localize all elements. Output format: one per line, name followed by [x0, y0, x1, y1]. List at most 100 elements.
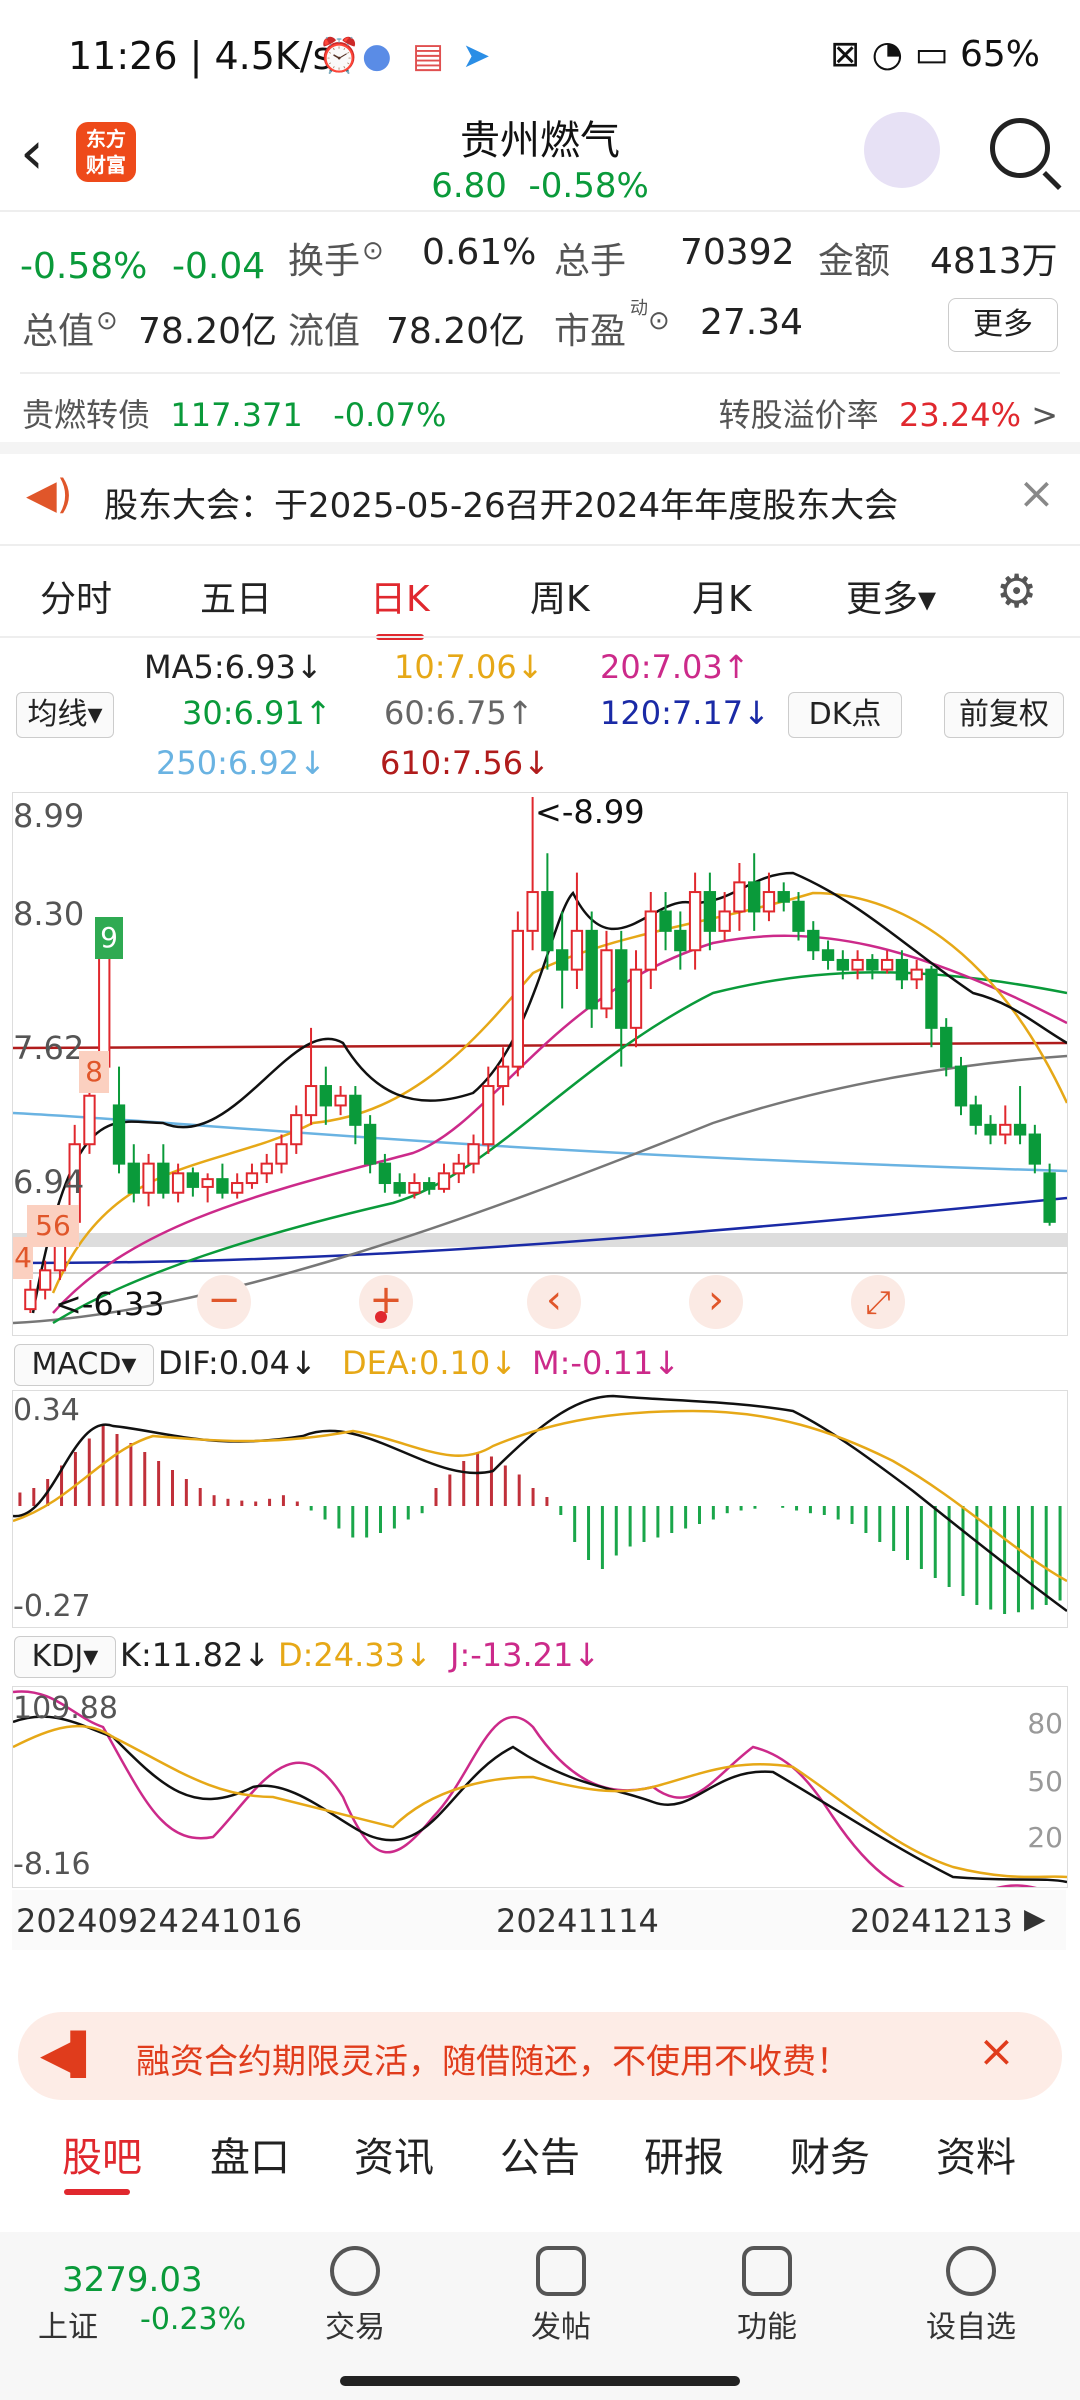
y-label: 8.99: [13, 797, 85, 835]
wifi-icon: ◔: [871, 34, 904, 75]
candle-body: [585, 929, 598, 1010]
tab-weekly-k[interactable]: 周K: [530, 570, 590, 622]
bond-premium[interactable]: 转股溢价率 23.24% >: [719, 390, 1058, 436]
close-icon[interactable]: ×: [1018, 468, 1055, 519]
candle-body: [629, 968, 643, 1029]
amount-label: 金额: [818, 241, 891, 282]
mktcap-value: 78.20亿: [138, 311, 278, 352]
tab-intraday[interactable]: 分时: [40, 570, 112, 622]
candle-body: [511, 929, 525, 1068]
candle-body: [688, 891, 702, 952]
signal-tag[interactable]: 9: [95, 917, 123, 959]
signal-tag[interactable]: 8: [79, 1051, 109, 1093]
macd-dea: DEA:0.10↓: [342, 1344, 518, 1382]
macd-chart[interactable]: 0.34 -0.27: [12, 1390, 1068, 1628]
tab-five-day[interactable]: 五日: [200, 570, 272, 622]
scroll-right-button[interactable]: ›: [689, 1275, 743, 1329]
trade-button[interactable]: 交易: [290, 2232, 420, 2346]
candle-body: [807, 929, 820, 952]
quote-change: -0.04: [172, 246, 266, 287]
notice-divider: [0, 544, 1080, 546]
tab-monthly-k[interactable]: 月K: [692, 570, 752, 622]
macd-selector[interactable]: MACD▾: [14, 1344, 154, 1386]
search-icon[interactable]: [990, 118, 1050, 178]
candle-body: [792, 900, 805, 932]
candle-body: [231, 1182, 244, 1194]
add-watchlist-button[interactable]: 设自选: [906, 2232, 1036, 2346]
info-icon[interactable]: ⊙: [648, 306, 670, 336]
signal-tag[interactable]: 56: [27, 1205, 79, 1247]
functions-button[interactable]: 功能: [702, 2232, 832, 2346]
candle-body: [748, 881, 761, 913]
kdj-chart[interactable]: 109.88 -8.16 80 50 20: [12, 1686, 1068, 1888]
close-icon[interactable]: ×: [978, 2026, 1015, 2077]
info-icon[interactable]: ⊙: [362, 236, 384, 266]
candle-body: [570, 929, 584, 971]
post-button[interactable]: 发帖: [496, 2232, 626, 2346]
candle-body: [555, 949, 569, 971]
kline-chart[interactable]: 8.99 8.30 7.62 6.94 <-8.99 <-6.33 9 8 56…: [12, 792, 1068, 1336]
assistant-avatar-icon[interactable]: [864, 112, 940, 188]
tab-more[interactable]: 更多▾: [846, 570, 936, 622]
ma250-line: [13, 1111, 1067, 1173]
zoom-in-button[interactable]: +: [359, 1275, 413, 1329]
candle-body: [821, 949, 835, 961]
x-label: 20241114: [496, 1902, 659, 1940]
more-dots-icon: [946, 2246, 996, 2296]
candle-body: [363, 1123, 377, 1165]
candle-body: [290, 1114, 303, 1146]
candle-body: [201, 1178, 214, 1188]
zoom-out-button[interactable]: −: [197, 1275, 251, 1329]
more-quote-button[interactable]: 更多: [948, 298, 1058, 352]
tab-research[interactable]: 研报: [644, 2125, 724, 2183]
notice-bar[interactable]: ◀) 股东大会：于2025-05-26召开2024年年度股东大会 ×: [0, 452, 1080, 542]
ma20-line: [52, 934, 1067, 1314]
candle-body: [496, 1065, 510, 1088]
tab-finance[interactable]: 财务: [790, 2125, 870, 2183]
ma30-line: [52, 971, 1067, 1325]
candle-body: [127, 1162, 140, 1194]
candle-body: [866, 958, 879, 971]
tab-guba[interactable]: 股吧: [62, 2125, 142, 2183]
ma60-label: 60:6.75↑: [384, 694, 534, 732]
scroll-left-button[interactable]: ‹: [527, 1275, 581, 1329]
volume-value: 70392: [680, 232, 795, 273]
ma-selector[interactable]: 均线▾: [16, 692, 114, 738]
settings-gear-icon[interactable]: ⚙: [996, 564, 1037, 618]
tab-order-book[interactable]: 盘口: [210, 2125, 290, 2183]
candle-body: [733, 881, 746, 913]
promo-text: 融资合约期限灵活，随借随还，不使用不收费！: [136, 2042, 850, 2082]
macd-m: M:-0.11↓: [532, 1344, 680, 1382]
kline-svg: [13, 797, 1067, 1325]
candle-body: [1043, 1172, 1056, 1223]
promo-banner[interactable]: ◀▌ 融资合约期限灵活，随借随还，不使用不收费！ ×: [18, 2012, 1062, 2100]
megaphone-icon: ◀▌: [40, 2032, 102, 2078]
mktcap-label: 总值: [22, 311, 95, 352]
candle-body: [142, 1162, 155, 1194]
candle-body: [615, 949, 628, 1029]
signal-tag[interactable]: 4: [13, 1237, 33, 1279]
price-adjust-toggle[interactable]: 前复权: [944, 692, 1064, 738]
play-arrow-icon[interactable]: ▶: [1024, 1902, 1046, 1935]
fullscreen-button[interactable]: ⤢: [851, 1275, 905, 1329]
tab-daily-k[interactable]: 日K: [370, 570, 430, 640]
active-tab-indicator: [64, 2189, 130, 2195]
high-marker: <-8.99: [535, 793, 645, 831]
ma10-label: 10:7.06↓: [394, 648, 544, 686]
candle-body: [777, 891, 790, 903]
tab-announcements[interactable]: 公告: [500, 2125, 580, 2183]
home-indicator: [340, 2376, 740, 2386]
ma30-label: 30:6.91↑: [182, 694, 332, 732]
kdj-selector[interactable]: KDJ▾: [14, 1636, 116, 1678]
tab-profile[interactable]: 资料: [936, 2125, 1016, 2183]
index-value[interactable]: 3279.03: [62, 2260, 203, 2300]
tab-news[interactable]: 资讯: [354, 2125, 434, 2183]
x-axis: 20240924 241016 20241114 20241213 ▶: [12, 1890, 1066, 1950]
info-icon[interactable]: ⊙: [96, 306, 118, 336]
candle-body: [452, 1162, 465, 1175]
kdj-d: D:24.33↓: [278, 1636, 432, 1674]
convertible-bond-row[interactable]: 贵燃转债 117.371 -0.07%: [22, 390, 446, 436]
x-label: 20241213: [850, 1902, 1013, 1940]
candle-body: [334, 1094, 347, 1107]
dk-point-toggle[interactable]: DK点: [788, 692, 902, 738]
